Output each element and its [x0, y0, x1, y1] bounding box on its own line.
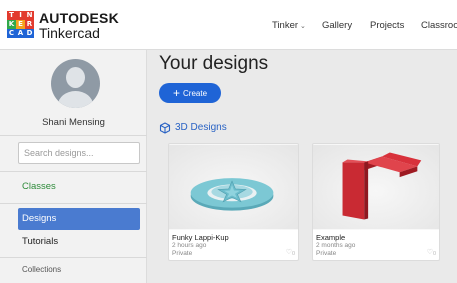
design-time: 2 months ago: [316, 242, 356, 249]
design-visibility: Private: [172, 250, 193, 257]
logo-letter: E: [16, 20, 25, 29]
divider: [0, 171, 147, 172]
logo-letter: R: [25, 20, 34, 29]
logo-letter: T: [7, 11, 16, 20]
brand-tinkercad: Tinkercad: [39, 25, 100, 41]
sidebar-item-designs[interactable]: Designs: [18, 208, 140, 230]
design-thumbnail: [313, 144, 439, 230]
logo-letter: N: [25, 11, 34, 20]
logo-letter: K: [7, 20, 16, 29]
sidebar-item-collections[interactable]: Collections: [22, 265, 61, 275]
plus-icon: +: [172, 86, 180, 100]
logo-letter: C: [7, 29, 16, 38]
design-name: Example: [316, 233, 346, 242]
brand-autodesk: AUTODESK: [39, 10, 119, 26]
design-card[interactable]: Example 2 months ago Private ♡ 0: [312, 143, 440, 261]
avatar-head: [66, 67, 85, 88]
design-time: 2 hours ago: [172, 242, 207, 249]
sidebar: Shani Mensing Classes Designs Tutorials …: [0, 50, 147, 283]
divider: [0, 135, 147, 136]
design-visibility: Private: [316, 250, 337, 257]
nav-classrooms[interactable]: Classroo: [421, 20, 457, 32]
divider: [0, 203, 147, 204]
top-header: T I N K E R C A D AUTODESK Tinkercad Tin…: [0, 0, 457, 50]
logo-letter: D: [25, 29, 34, 38]
section-title: 3D Designs: [175, 122, 227, 133]
logo-letter: A: [16, 29, 25, 38]
avatar[interactable]: [51, 59, 100, 108]
divider: [0, 257, 147, 258]
chevron-down-icon: ⌄: [300, 23, 306, 30]
like-count: 0: [291, 251, 295, 257]
sidebar-item-tutorials[interactable]: Tutorials: [18, 231, 140, 253]
design-thumbnail: [169, 144, 298, 230]
search-input[interactable]: [18, 142, 140, 164]
create-button[interactable]: + Create: [159, 83, 221, 103]
sidebar-item-classes[interactable]: Classes: [18, 176, 140, 198]
cube-icon: [159, 122, 171, 134]
username: Shani Mensing: [42, 117, 105, 128]
like-count: 0: [432, 251, 436, 257]
logo-letter: I: [16, 11, 25, 20]
avatar-body: [58, 91, 93, 108]
create-button-label: Create: [183, 88, 208, 98]
section-3d-designs[interactable]: 3D Designs: [159, 121, 227, 135]
nav-tinker[interactable]: Tinker ⌄: [272, 20, 306, 33]
design-card[interactable]: Funky Lappi-Kup 2 hours ago Private ♡ 0: [168, 143, 299, 261]
page-title: Your designs: [159, 53, 269, 74]
nav-tinker-label: Tinker: [272, 20, 299, 31]
nav-projects[interactable]: Projects: [370, 20, 404, 32]
tinkercad-logo[interactable]: T I N K E R C A D: [7, 11, 34, 38]
design-name: Funky Lappi-Kup: [172, 233, 229, 242]
nav-gallery[interactable]: Gallery: [322, 20, 352, 32]
